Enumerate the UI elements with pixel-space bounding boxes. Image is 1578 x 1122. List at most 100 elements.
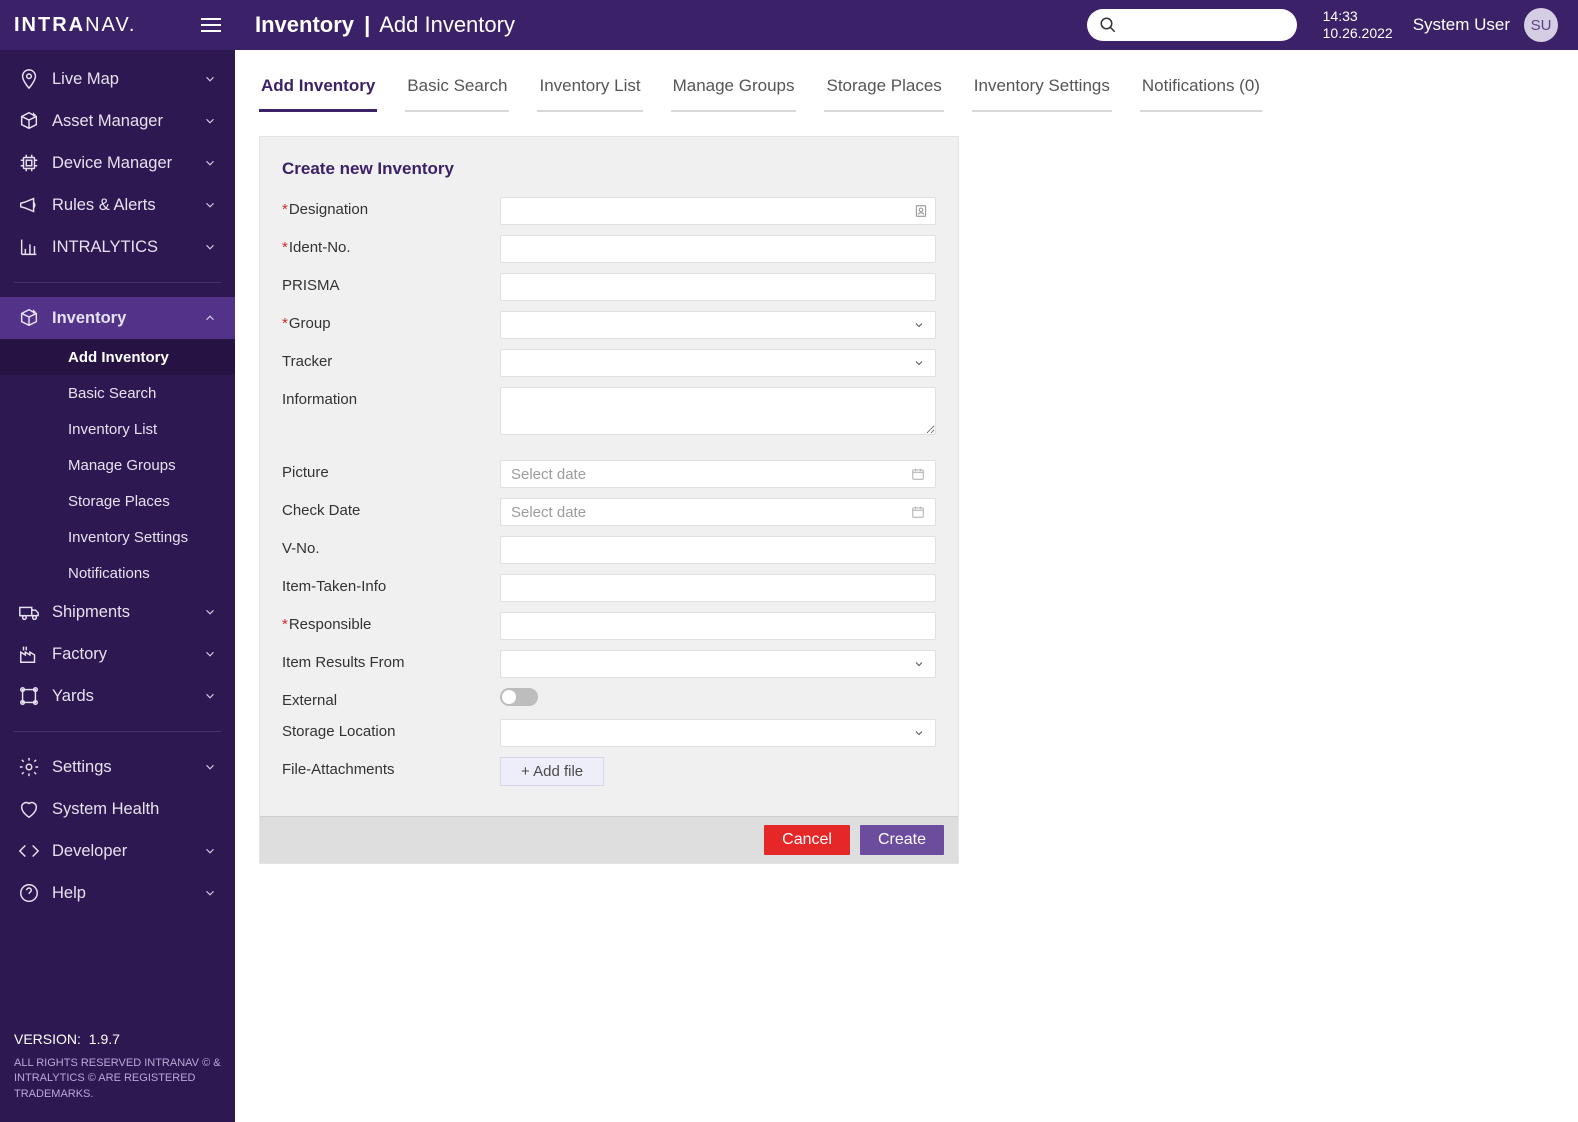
hamburger-icon[interactable] [201, 18, 221, 32]
sidebar-item-inventory[interactable]: Inventory [0, 297, 235, 339]
sidebar-sub-notifications[interactable]: Notifications [0, 555, 235, 591]
sidebar-item-label: Help [44, 884, 203, 903]
vno-input[interactable] [500, 536, 936, 564]
sidebar-item-device-manager[interactable]: Device Manager [0, 142, 235, 184]
field-label-vno: V-No. [282, 536, 500, 557]
external-toggle[interactable] [500, 688, 538, 706]
tab-basic-search[interactable]: Basic Search [405, 68, 509, 112]
avatar[interactable]: SU [1524, 8, 1558, 42]
form-actions: Cancel Create [260, 816, 958, 863]
sidebar-item-asset-manager[interactable]: Asset Manager [0, 100, 235, 142]
add-file-button[interactable]: + Add file [500, 757, 604, 786]
field-row-responsible: *Responsible [282, 612, 936, 640]
chevron-down-icon [203, 198, 221, 212]
field-row-group: *Group [282, 311, 936, 339]
resultsfrom-select[interactable] [500, 650, 936, 678]
sidebar-item-label: Settings [44, 758, 203, 777]
sidebar: INTRANAV. Live MapAsset ManagerDevice Ma… [0, 0, 235, 1122]
sidebar-item-shipments[interactable]: Shipments [0, 591, 235, 633]
cube-plus-icon [14, 110, 44, 132]
chevron-down-icon [203, 647, 221, 661]
sidebar-item-label: Yards [44, 687, 203, 706]
tab-bar: Add Inventory Basic Search Inventory List M… [259, 68, 1554, 112]
prisma-input[interactable] [500, 273, 936, 301]
tab-notifications-0-[interactable]: Notifications (0) [1140, 68, 1262, 112]
field-row-information: Information [282, 387, 936, 440]
calendar-icon [911, 505, 925, 519]
sidebar-sub-inventory-settings[interactable]: Inventory Settings [0, 519, 235, 555]
sidebar-item-settings[interactable]: Settings [0, 746, 235, 788]
sidebar-sub-manage-groups[interactable]: Manage Groups [0, 447, 235, 483]
bar-chart-icon [14, 236, 44, 258]
field-label-itemtaken: Item-Taken-Info [282, 574, 500, 595]
chevron-down-icon [203, 114, 221, 128]
field-row-ident: *Ident-No. [282, 235, 936, 263]
polygon-icon [14, 685, 44, 707]
sidebar-item-intralytics[interactable]: INTRALYTICS [0, 226, 235, 268]
sidebar-item-label: Inventory [44, 309, 203, 328]
chevron-down-icon [203, 605, 221, 619]
form-card: Create new Inventory *Designation*Ident-… [259, 136, 959, 864]
factory-icon [14, 643, 44, 665]
sidebar-item-factory[interactable]: Factory [0, 633, 235, 675]
sidebar-divider [14, 282, 221, 283]
create-button[interactable]: Create [860, 825, 944, 855]
chevron-down-icon [913, 658, 925, 670]
truck-icon [14, 601, 44, 623]
sidebar-item-developer[interactable]: Developer [0, 830, 235, 872]
field-row-designation: *Designation [282, 197, 936, 225]
field-label-attachments: File-Attachments [282, 757, 500, 778]
sidebar-sub-inventory-list[interactable]: Inventory List [0, 411, 235, 447]
responsible-input[interactable] [500, 612, 936, 640]
tab-inventory-settings[interactable]: Inventory Settings [972, 68, 1112, 112]
field-row-storage: Storage Location [282, 719, 936, 747]
chevron-down-icon [203, 886, 221, 900]
checkdate-date[interactable]: Select date [500, 498, 936, 526]
field-label-picture: Picture [282, 460, 500, 481]
tab-inventory-list[interactable]: Inventory List [537, 68, 642, 112]
sidebar-item-label: Rules & Alerts [44, 196, 203, 215]
information-textarea[interactable] [500, 387, 936, 435]
tracker-select[interactable] [500, 349, 936, 377]
picture-date[interactable]: Select date [500, 460, 936, 488]
field-label-prisma: PRISMA [282, 273, 500, 294]
sidebar-sub-basic-search[interactable]: Basic Search [0, 375, 235, 411]
cancel-button[interactable]: Cancel [764, 825, 850, 855]
calendar-icon [911, 467, 925, 481]
sidebar-item-label: Device Manager [44, 154, 203, 173]
itemtaken-input[interactable] [500, 574, 936, 602]
chevron-up-icon [203, 311, 221, 325]
tab-add-inventory[interactable]: Add Inventory [259, 68, 377, 112]
chevron-down-icon [203, 760, 221, 774]
sidebar-item-label: Live Map [44, 70, 203, 89]
field-label-responsible: *Responsible [282, 612, 500, 633]
tab-storage-places[interactable]: Storage Places [824, 68, 943, 112]
sidebar-item-live-map[interactable]: Live Map [0, 58, 235, 100]
field-row-itemtaken: Item-Taken-Info [282, 574, 936, 602]
help-icon [14, 882, 44, 904]
sidebar-item-yards[interactable]: Yards [0, 675, 235, 717]
field-label-checkdate: Check Date [282, 498, 500, 519]
chevron-down-icon [913, 727, 925, 739]
field-row-vno: V-No. [282, 536, 936, 564]
sidebar-item-help[interactable]: Help [0, 872, 235, 914]
field-label-resultsfrom: Item Results From [282, 650, 500, 671]
contact-card-icon[interactable] [914, 204, 928, 218]
sidebar-sub-storage-places[interactable]: Storage Places [0, 483, 235, 519]
designation-input[interactable] [500, 197, 936, 225]
sidebar-divider [14, 731, 221, 732]
chevron-down-icon [203, 156, 221, 170]
group-select[interactable] [500, 311, 936, 339]
megaphone-icon [14, 194, 44, 216]
sidebar-item-system-health[interactable]: System Health [0, 788, 235, 830]
sidebar-sub-add-inventory[interactable]: Add Inventory [0, 339, 235, 375]
tab-manage-groups[interactable]: Manage Groups [671, 68, 797, 112]
field-row-picture: PictureSelect date [282, 460, 936, 488]
code-icon [14, 840, 44, 862]
sidebar-item-rules-alerts[interactable]: Rules & Alerts [0, 184, 235, 226]
cube-plus-icon [14, 307, 44, 329]
storage-select[interactable] [500, 719, 936, 747]
search-input-wrap[interactable] [1087, 9, 1297, 41]
search-input[interactable] [1125, 17, 1306, 33]
ident-input[interactable] [500, 235, 936, 263]
